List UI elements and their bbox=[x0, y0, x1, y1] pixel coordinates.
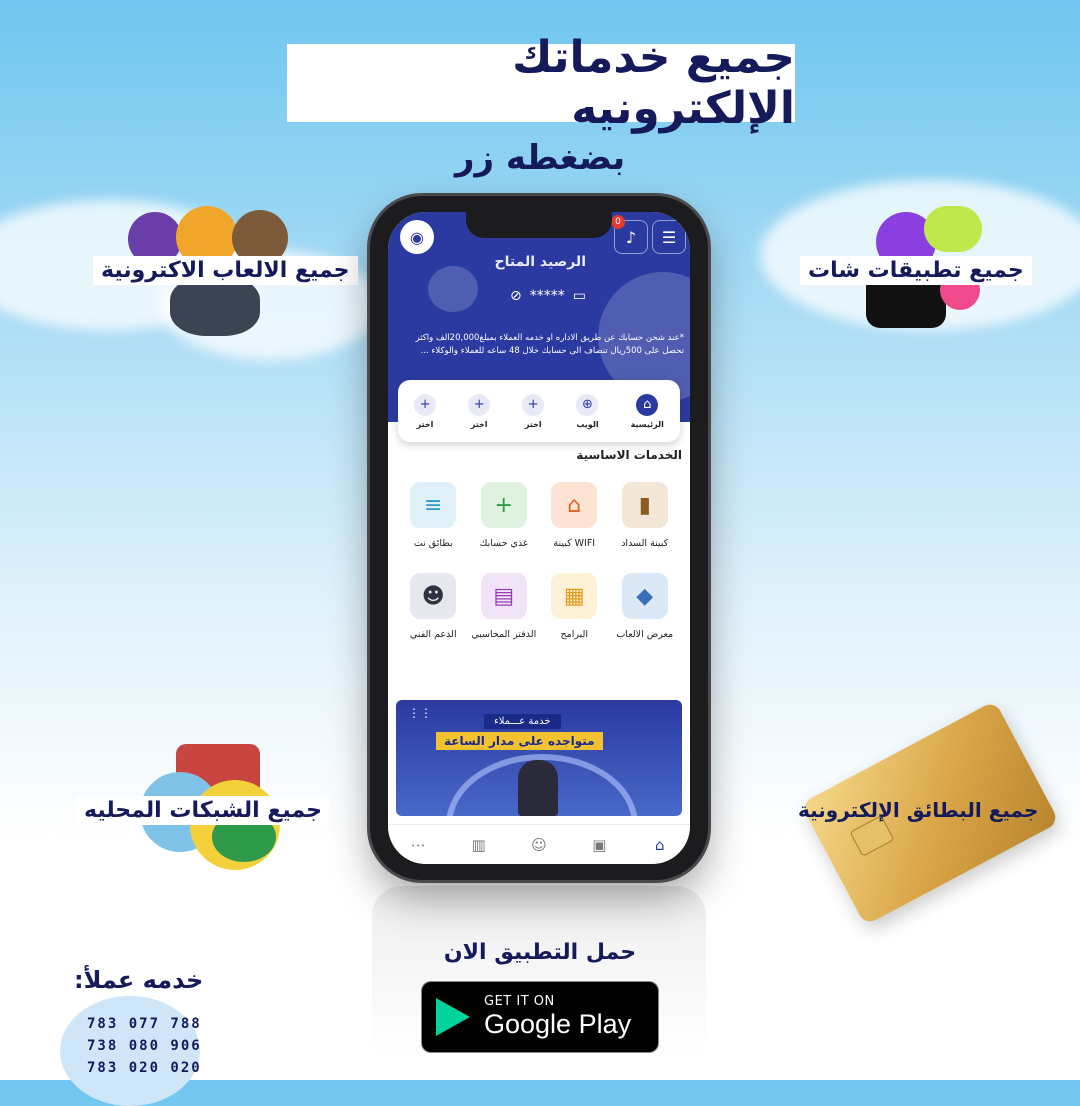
networks-label: جميع الشبكات المحليه bbox=[76, 796, 330, 825]
net-card-icon: ≡ bbox=[410, 482, 457, 528]
store-badge-big: Google Play bbox=[484, 1009, 632, 1039]
banner-tag: خدمة عـــملاء bbox=[484, 714, 561, 729]
games-icon: ◆ bbox=[621, 573, 668, 619]
apps-icon: ▦ bbox=[551, 573, 598, 619]
service-label: الدفتر المحاسبي bbox=[471, 629, 537, 640]
store-badge-small: GET IT ON bbox=[484, 994, 555, 1009]
eye-off-icon[interactable]: ⊘ bbox=[510, 288, 522, 304]
plus-icon: + bbox=[522, 393, 545, 416]
service-label: الدعم الفني bbox=[409, 629, 457, 640]
grid-icon[interactable]: ▣ bbox=[588, 834, 610, 856]
service-item[interactable]: ☻ الدعم الفني bbox=[398, 573, 469, 640]
service-label: كبينة السداد bbox=[621, 538, 669, 549]
quick-action-label: الويب bbox=[576, 419, 599, 429]
menu-button[interactable]: ☰ bbox=[652, 220, 686, 254]
phone-number[interactable]: 783 077 788 bbox=[87, 1016, 202, 1032]
service-item[interactable]: ≡ بطائق نت bbox=[398, 482, 469, 549]
service-item[interactable]: + غذي حسابك bbox=[469, 482, 540, 549]
quick-action-choose[interactable]: + اختر bbox=[522, 393, 545, 429]
phone-mockup: ◉ ♪ 0 ☰ الرصيد المتاح ⊘ ***** ▭ *عند شحن… bbox=[370, 196, 708, 880]
service-label: غذي حسابك bbox=[479, 538, 528, 549]
plus-icon: + bbox=[468, 393, 491, 416]
wifi-cabinet-icon: ⌂ bbox=[551, 482, 598, 528]
balance-value: ***** bbox=[529, 288, 565, 304]
service-label: معرض الالعاب bbox=[616, 629, 674, 640]
subheadline: بضغطه زر bbox=[454, 138, 626, 178]
service-label: البرامج bbox=[560, 629, 589, 640]
service-label: بطائق نت bbox=[413, 538, 453, 549]
services-grid: ▮ كبينة السداد ⌂ WIFI كبينة + غذي حسابك ≡ بطائق… bbox=[398, 482, 680, 640]
contact-block: خدمه عملأ: 783 077 788 738 080 906 783 0… bbox=[60, 966, 220, 1106]
stats-icon[interactable]: ▥ bbox=[468, 834, 490, 856]
banner-subtitle: متواجده على مدار الساعة bbox=[436, 732, 603, 750]
phone-number[interactable]: 738 080 906 bbox=[87, 1038, 202, 1054]
wallet-icon: + bbox=[480, 482, 527, 528]
service-label: WIFI كبينة bbox=[553, 538, 596, 549]
wallet-icon: ▭ bbox=[572, 288, 586, 304]
service-item[interactable]: ◆ معرض الالعاب bbox=[610, 573, 681, 640]
bell-icon: ♪ bbox=[625, 227, 637, 247]
notification-badge: 0 bbox=[611, 215, 625, 229]
headline: جميع خدماتك الإلكترونيه bbox=[512, 32, 795, 134]
app-screen: ◉ ♪ 0 ☰ الرصيد المتاح ⊘ ***** ▭ *عند شحن… bbox=[388, 212, 690, 864]
service-item[interactable]: ▤ الدفتر المحاسبي bbox=[469, 573, 540, 640]
ledger-icon: ▤ bbox=[480, 573, 527, 619]
user-icon[interactable]: ☺ bbox=[528, 834, 550, 856]
support-icon: ☻ bbox=[410, 573, 457, 619]
banner-dots: ⋮⋮ bbox=[408, 706, 432, 720]
service-item[interactable]: ▮ كبينة السداد bbox=[610, 482, 681, 549]
home-icon: ⌂ bbox=[636, 393, 659, 416]
balance-title: الرصيد المتاح bbox=[494, 254, 586, 270]
section-title: الخدمات الاساسية bbox=[576, 448, 682, 462]
quick-actions: ⌂ الرئيسية ⊕ الويب + اختر + اختر + اختر bbox=[398, 380, 680, 442]
phone-number[interactable]: 783 020 020 bbox=[87, 1060, 202, 1076]
app-logo: ◉ bbox=[400, 220, 434, 254]
service-item[interactable]: ⌂ WIFI كبينة bbox=[539, 482, 610, 549]
more-icon[interactable]: ⋯ bbox=[407, 834, 429, 856]
chat-apps-label: جميع تطبيقات شات bbox=[800, 256, 1032, 285]
home-icon[interactable]: ⌂ bbox=[649, 834, 671, 856]
quick-action-label: اختر bbox=[416, 419, 434, 429]
quick-action-label: الرئيسية bbox=[630, 419, 664, 429]
quick-action-label: اختر bbox=[524, 419, 542, 429]
notifications-button[interactable]: ♪ 0 bbox=[611, 215, 648, 254]
agent-figure bbox=[518, 760, 558, 816]
bottom-nav: ⋯ ▥ ☺ ▣ ⌂ bbox=[388, 824, 690, 864]
games-label: جميع الالعاب الاكترونية bbox=[93, 256, 358, 285]
quick-action-choose[interactable]: + اختر bbox=[468, 393, 491, 429]
phone-notch bbox=[466, 212, 612, 238]
globe-icon: ⊕ bbox=[576, 393, 599, 416]
store-badge-text: GET IT ON Google Play bbox=[484, 994, 631, 1040]
plus-icon: + bbox=[414, 393, 437, 416]
quick-action-web[interactable]: ⊕ الويب bbox=[576, 393, 599, 429]
promo-notice: *عند شحن حسابك عن طريق الاداره او خدمه ا… bbox=[415, 333, 684, 356]
contact-title: خدمه عملأ: bbox=[74, 966, 204, 994]
headline-box: جميع خدماتك الإلكترونيه bbox=[287, 32, 795, 134]
balance-row: ⊘ ***** ▭ bbox=[510, 288, 586, 304]
cards-label: جميع البطائق الإلكترونية bbox=[798, 798, 1039, 822]
customer-service-banner[interactable]: ⋮⋮ خدمة عـــملاء متواجده على مدار الساعة bbox=[396, 700, 682, 816]
download-cta: حمل التطبيق الان bbox=[443, 940, 637, 965]
payment-cabinet-icon: ▮ bbox=[621, 482, 668, 528]
quick-action-label: اختر bbox=[470, 419, 488, 429]
quick-action-choose[interactable]: + اختر bbox=[414, 393, 437, 429]
play-store-icon bbox=[436, 998, 470, 1036]
quick-action-home[interactable]: ⌂ الرئيسية bbox=[630, 393, 664, 429]
menu-icon: ☰ bbox=[661, 227, 677, 247]
google-play-button[interactable]: GET IT ON Google Play bbox=[421, 981, 659, 1053]
service-item[interactable]: ▦ البرامج bbox=[539, 573, 610, 640]
